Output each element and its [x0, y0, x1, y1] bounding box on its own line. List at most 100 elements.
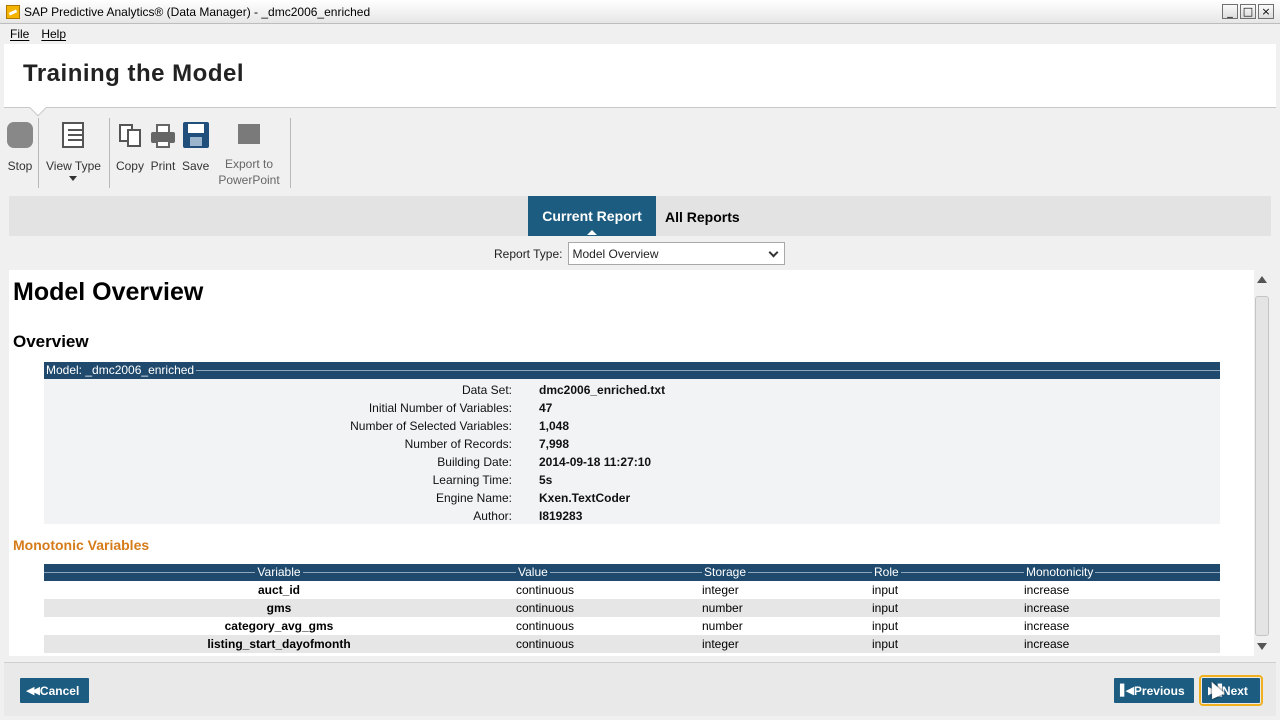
info-key: Building Date:	[437, 455, 512, 469]
page-title: Training the Model	[23, 60, 245, 87]
tab-all-reports[interactable]: All Reports	[665, 209, 740, 225]
save-icon	[182, 122, 209, 148]
toolbar: Stop View Type Copy Print Save Export to…	[4, 118, 291, 190]
cell-monotonicity: increase	[1024, 583, 1070, 597]
cell-variable: listing_start_dayofmonth	[207, 637, 351, 651]
model-band-label: Model: _dmc2006_enriched	[44, 363, 197, 377]
table-row[interactable]: gms continuous number input increase	[44, 599, 1220, 617]
next-label: Next	[1221, 683, 1248, 698]
report-scrollbar[interactable]	[1254, 270, 1270, 656]
save-button[interactable]: Save	[179, 118, 212, 188]
scroll-down-icon[interactable]	[1257, 643, 1267, 650]
cell-monotonicity: increase	[1024, 619, 1070, 633]
cell-variable: gms	[266, 601, 292, 615]
info-row: Engine Name: Kxen.TextCoder	[44, 489, 1220, 507]
info-row: Number of Records: 7,998	[44, 435, 1220, 453]
copy-button[interactable]: Copy	[110, 118, 147, 188]
window-controls: _ □ ×	[1222, 4, 1274, 19]
export-label-line1: Export to	[224, 157, 274, 171]
column-header-storage[interactable]: Storage	[700, 564, 870, 581]
report-tabs: Current Report All Reports	[9, 196, 1271, 236]
left-arrow-icon: ▌◀	[1120, 684, 1134, 697]
cell-value: continuous	[516, 637, 575, 651]
menu-bar: File Help	[0, 24, 1280, 44]
column-header-role[interactable]: Role	[870, 564, 1022, 581]
scrollbar-thumb[interactable]	[1255, 296, 1269, 636]
copy-label: Copy	[115, 159, 144, 173]
cell-value: continuous	[516, 619, 575, 633]
report-title: Model Overview	[13, 278, 204, 306]
info-key: Engine Name:	[435, 491, 512, 505]
cancel-button[interactable]: ◀◀ Cancel	[20, 678, 89, 703]
cell-monotonicity: increase	[1024, 637, 1070, 651]
menu-help[interactable]: Help	[35, 27, 72, 41]
report-type-value: Model Overview	[572, 247, 659, 261]
model-info-panel: Model: _dmc2006_enriched Data Set: dmc200…	[44, 362, 1220, 524]
column-header-variable[interactable]: Variable	[44, 564, 514, 581]
minimize-button[interactable]: _	[1222, 4, 1238, 19]
app-icon	[6, 4, 20, 19]
view-type-button[interactable]: View Type	[39, 118, 107, 188]
close-button[interactable]: ×	[1258, 4, 1274, 19]
report-type-row: Report Type: Model Overview	[494, 242, 786, 265]
cell-role: input	[872, 637, 899, 651]
window-titlebar: SAP Predictive Analytics® (Data Manager)…	[0, 0, 1280, 24]
info-row: Number of Selected Variables: 1,048	[44, 417, 1220, 435]
cell-storage: number	[702, 601, 743, 615]
info-key: Initial Number of Variables:	[368, 401, 512, 415]
info-key: Learning Time:	[432, 473, 512, 487]
cell-value: continuous	[516, 583, 575, 597]
report-type-select[interactable]: Model Overview	[568, 242, 786, 265]
export-powerpoint-button[interactable]: Export to PowerPoint	[212, 118, 287, 188]
info-value: 47	[539, 401, 553, 415]
report-type-label: Report Type:	[494, 246, 563, 261]
toolbar-group-file: Copy Print Save Export to PowerPoint	[110, 118, 291, 188]
tab-indicator-icon	[587, 230, 597, 235]
info-row: Learning Time: 5s	[44, 471, 1220, 489]
cell-value: continuous	[516, 601, 575, 615]
menu-file[interactable]: File	[4, 27, 35, 41]
table-row[interactable]: auct_id continuous integer input increas…	[44, 581, 1220, 599]
cell-variable: auct_id	[257, 583, 300, 597]
info-value: dmc2006_enriched.txt	[539, 383, 666, 397]
print-button[interactable]: Print	[147, 118, 179, 188]
monotonic-variables-heading: Monotonic Variables	[13, 537, 150, 553]
cell-storage: integer	[702, 637, 739, 651]
info-row: Author: I819283	[44, 507, 1220, 525]
info-value: 1,048	[539, 419, 570, 433]
table-row[interactable]: listing_start_dayofmonth continuous inte…	[44, 635, 1220, 653]
column-header-monotonicity[interactable]: Monotonicity	[1022, 564, 1202, 581]
model-info-rows: Data Set: dmc2006_enriched.txt Initial Nu…	[44, 379, 1220, 525]
page-header: Training the Model	[4, 44, 1276, 117]
maximize-button[interactable]: □	[1240, 4, 1256, 19]
tab-current-report-label: Current Report	[542, 208, 642, 224]
export-label-line2: PowerPoint	[218, 173, 280, 187]
info-key: Data Set:	[461, 383, 512, 397]
cell-storage: number	[702, 619, 743, 633]
double-left-arrow-icon: ◀◀	[26, 684, 40, 697]
chevron-down-icon	[69, 176, 78, 181]
previous-button[interactable]: ▌◀ Previous	[1114, 678, 1194, 703]
save-label: Save	[181, 159, 210, 173]
info-value: 5s	[539, 473, 553, 487]
info-key: Number of Records:	[404, 437, 512, 451]
info-value: 7,998	[539, 437, 570, 451]
window-title: SAP Predictive Analytics® (Data Manager)…	[24, 4, 371, 19]
powerpoint-icon	[238, 124, 260, 144]
column-header-value[interactable]: Value	[514, 564, 700, 581]
wizard-footer: ◀◀ Cancel ▌◀ Previous ▶▐ Next	[4, 662, 1276, 716]
info-row: Building Date: 2014-09-18 11:27:10	[44, 453, 1220, 471]
table-row[interactable]: category_avg_gms continuous number input…	[44, 617, 1220, 635]
monotonic-variables-table: Variable Value Storage Role Monotonicity…	[44, 564, 1220, 653]
scroll-up-icon[interactable]	[1257, 276, 1267, 283]
info-value: I819283	[539, 509, 583, 523]
stop-button[interactable]: Stop	[4, 118, 36, 188]
toolbar-group-view: View Type	[39, 118, 110, 188]
chevron-down-icon	[769, 247, 779, 258]
view-type-icon	[62, 122, 85, 148]
view-type-label: View Type	[46, 159, 101, 173]
cell-role: input	[872, 601, 899, 615]
copy-icon	[117, 122, 143, 148]
report-content: Model Overview Overview Model: _dmc2006_…	[9, 270, 1254, 656]
tab-current-report[interactable]: Current Report	[528, 196, 656, 236]
